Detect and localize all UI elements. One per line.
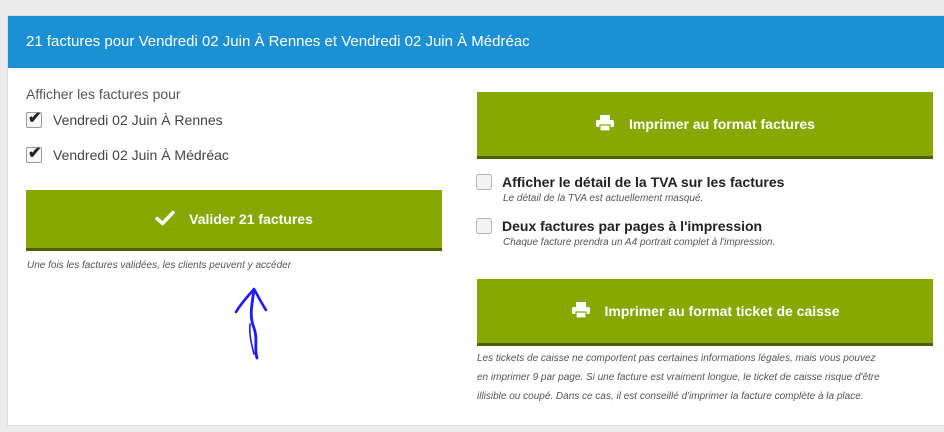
ticket-note: Les tickets de caisse ne comportent pas … xyxy=(477,349,922,406)
check-icon xyxy=(155,210,175,229)
print-invoices-label: Imprimer au format factures xyxy=(629,116,815,132)
printer-icon xyxy=(571,301,591,322)
print-ticket-button[interactable]: Imprimer au format ticket de caisse xyxy=(477,279,933,346)
invoices-panel: 21 factures pour Vendredi 02 Juin À Renn… xyxy=(7,15,944,426)
two-per-page-label: Deux factures par pages à l'impression xyxy=(502,218,763,234)
two-per-page-hint: Chaque facture prendra un A4 portrait co… xyxy=(503,237,776,248)
tva-option-hint: Le détail de la TVA est actuellement mas… xyxy=(503,193,704,204)
filter-label: Afficher les factures pour xyxy=(26,86,181,102)
panel-header: 21 factures pour Vendredi 02 Juin À Renn… xyxy=(8,16,944,68)
page-title: 21 factures pour Vendredi 02 Juin À Renn… xyxy=(26,33,530,50)
validate-button[interactable]: Valider 21 factures xyxy=(26,190,442,251)
checkmark-icon: ✔ xyxy=(28,110,42,127)
hand-drawn-arrow-icon xyxy=(232,284,272,369)
validate-note: Une fois les factures validées, les clie… xyxy=(27,260,292,271)
print-invoices-button[interactable]: Imprimer au format factures xyxy=(477,92,933,159)
ticket-note-line: illisible ou coupé. Dans ce cas, il est … xyxy=(477,391,864,402)
checkbox-medreac[interactable]: ✔ xyxy=(26,145,42,163)
printer-icon xyxy=(595,114,615,135)
filter-option-label: Vendredi 02 Juin À Médréac xyxy=(53,147,229,163)
validate-label: Valider 21 factures xyxy=(189,211,313,227)
filter-option-label: Vendredi 02 Juin À Rennes xyxy=(53,112,223,128)
tva-option-label: Afficher le détail de la TVA sur les fac… xyxy=(502,174,785,190)
ticket-note-line: en imprimer 9 par page. Si une facture e… xyxy=(477,372,880,383)
checkmark-icon: ✔ xyxy=(28,145,42,162)
ticket-note-line: Les tickets de caisse ne comportent pas … xyxy=(477,353,876,364)
checkbox-rennes[interactable]: ✔ xyxy=(26,110,42,128)
tva-checkbox[interactable] xyxy=(476,174,492,190)
print-ticket-label: Imprimer au format ticket de caisse xyxy=(604,303,840,319)
two-per-page-checkbox[interactable] xyxy=(476,218,492,234)
